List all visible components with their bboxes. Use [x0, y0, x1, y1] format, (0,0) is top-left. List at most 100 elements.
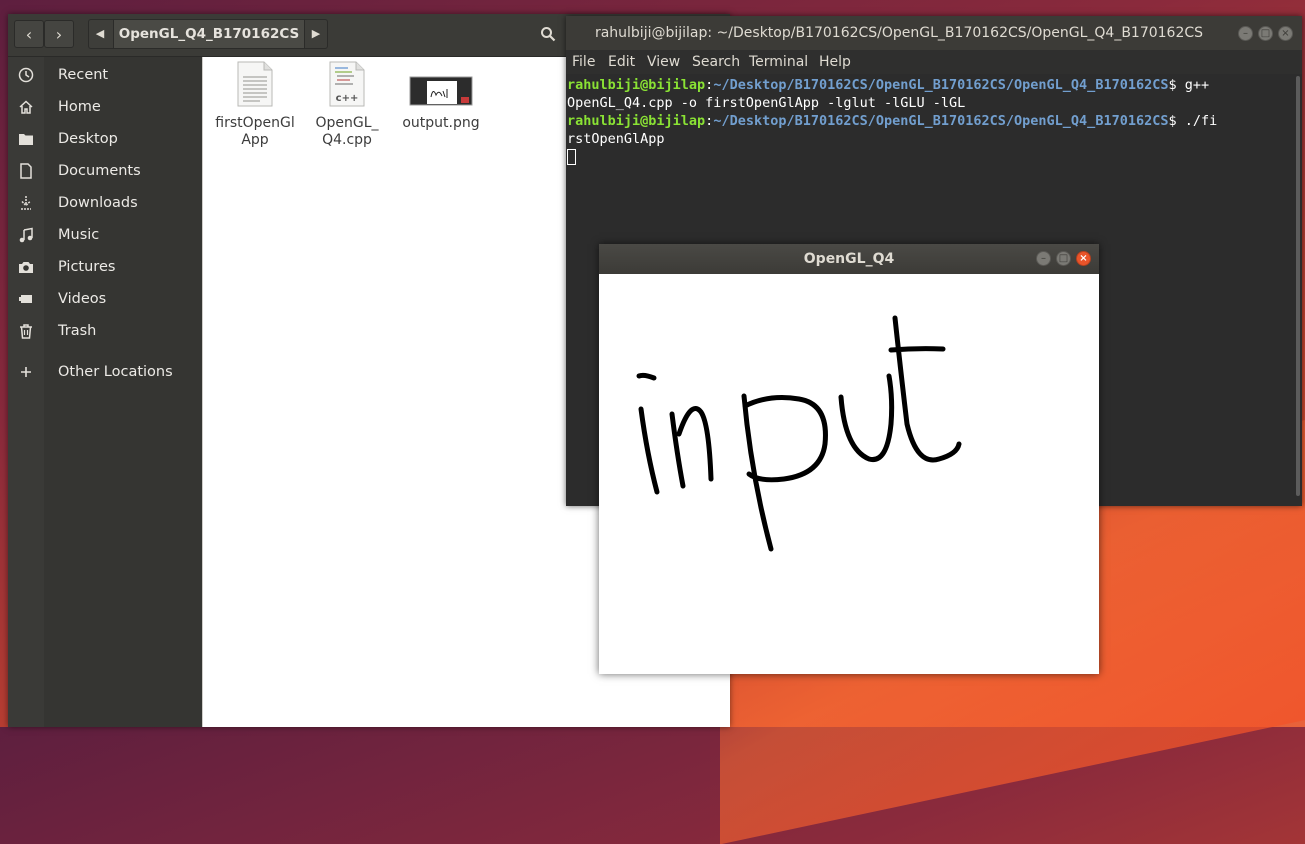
document-icon — [20, 163, 32, 179]
prompt-path: ~/Desktop/B170162CS/OpenGL_B170162CS/Ope… — [713, 77, 1169, 93]
trash-icon — [20, 324, 32, 339]
sidebar-item-videos[interactable]: Videos — [8, 283, 202, 315]
sidebar-item-trash[interactable]: Trash — [8, 315, 202, 347]
terminal-scrollbar[interactable] — [1296, 76, 1300, 496]
sidebar-item-music[interactable]: Music — [8, 219, 202, 251]
opengl-canvas[interactable] — [599, 274, 1099, 674]
sidebar-item-documents[interactable]: Documents — [8, 155, 202, 187]
menu-view[interactable]: View — [647, 50, 680, 74]
sidebar-item-other-locations[interactable]: Other Locations — [8, 356, 202, 388]
menu-edit[interactable]: Edit — [608, 50, 635, 74]
sidebar-item-label: Pictures — [58, 259, 116, 275]
file-item-firstopenglapp[interactable]: firstOpenGl App — [207, 61, 303, 149]
image-file-icon — [409, 76, 473, 106]
minimize-icon: – — [1041, 253, 1046, 264]
video-icon — [19, 295, 32, 303]
music-icon — [19, 227, 33, 243]
maximize-icon: □ — [1260, 28, 1271, 39]
close-icon: × — [1079, 253, 1088, 264]
terminal-title: rahulbiji@bijilap: ~/Desktop/B170162CS/O… — [594, 25, 1204, 41]
minimize-button[interactable]: – — [1036, 251, 1051, 266]
home-icon — [19, 100, 33, 114]
download-icon — [21, 196, 31, 210]
file-name-line2: App — [241, 132, 269, 148]
prompt-user: rahulbiji@bijilap — [567, 113, 706, 129]
sidebar-item-desktop[interactable]: Desktop — [8, 123, 202, 155]
prompt-user: rahulbiji@bijilap — [567, 77, 706, 93]
terminal-menubar: File Edit View Search Terminal Help — [566, 50, 1302, 75]
file-item-opengl-q4-cpp[interactable]: c++ OpenGL_ Q4.cpp — [299, 61, 395, 149]
stroke-t — [888, 315, 962, 463]
stroke-u — [838, 373, 895, 463]
prompt-command: $ g++ — [1168, 77, 1210, 93]
sidebar-item-label: Other Locations — [58, 364, 173, 380]
sidebar-item-label: Music — [58, 227, 100, 243]
stroke-i — [638, 406, 660, 495]
terminal-line: rahulbiji@bijilap:~/Desktop/B170162CS/Op… — [567, 76, 1302, 94]
menu-help[interactable]: Help — [819, 50, 851, 74]
cpp-badge: c++ — [335, 93, 359, 104]
close-button[interactable]: × — [1076, 251, 1091, 266]
path-scroll-right-icon[interactable]: ▶ — [305, 20, 327, 48]
stroke-p — [741, 393, 828, 552]
sidebar-item-pictures[interactable]: Pictures — [8, 251, 202, 283]
opengl-titlebar[interactable]: OpenGL_Q4 – □ × — [599, 244, 1099, 274]
menu-search[interactable]: Search — [692, 50, 740, 74]
handwritten-drawing — [636, 315, 962, 552]
sidebar-item-home[interactable]: Home — [8, 91, 202, 123]
folder-icon — [19, 134, 33, 145]
terminal-line: rstOpenGlApp — [567, 131, 665, 147]
prompt-path: ~/Desktop/B170162CS/OpenGL_B170162CS/Ope… — [713, 113, 1169, 129]
sidebar-item-label: Documents — [58, 163, 141, 179]
terminal-line: OpenGL_Q4.cpp -o firstOpenGlApp -lglut -… — [567, 95, 966, 111]
file-name-line1: firstOpenGl — [215, 115, 295, 131]
text-cursor — [567, 149, 576, 165]
minimize-icon: – — [1243, 28, 1248, 39]
close-button[interactable]: × — [1278, 26, 1293, 41]
stroke-i-dot — [636, 372, 657, 381]
terminal-line: rahulbiji@bijilap:~/Desktop/B170162CS/Op… — [567, 112, 1302, 130]
places-sidebar: Recent Home Desktop Documents Downloads … — [8, 57, 202, 727]
search-button[interactable] — [533, 20, 563, 48]
executable-file-icon — [237, 61, 273, 107]
file-item-output-png[interactable]: output.png — [393, 61, 489, 132]
opengl-window: OpenGL_Q4 – □ × — [599, 244, 1099, 674]
back-button[interactable]: ‹ — [14, 20, 44, 48]
file-name: firstOpenGl App — [207, 115, 303, 149]
chevron-left-icon: ‹ — [25, 25, 33, 44]
opengl-title: OpenGL_Q4 — [803, 251, 895, 267]
file-name: OpenGL_ Q4.cpp — [299, 115, 395, 149]
sidebar-item-label: Recent — [58, 67, 109, 83]
prompt-command: $ ./fi — [1168, 113, 1218, 129]
terminal-line — [567, 148, 1302, 166]
file-name: output.png — [393, 115, 489, 132]
plus-icon — [21, 367, 31, 377]
camera-icon — [19, 262, 33, 273]
sidebar-item-label: Videos — [58, 291, 107, 307]
terminal-titlebar[interactable]: rahulbiji@bijilap: ~/Desktop/B170162CS/O… — [566, 16, 1302, 50]
clock-icon — [18, 67, 34, 83]
maximize-button[interactable]: □ — [1056, 251, 1071, 266]
sidebar-item-label: Home — [58, 99, 101, 115]
menu-terminal[interactable]: Terminal — [749, 50, 808, 74]
close-icon: × — [1281, 28, 1290, 39]
stroke-n — [669, 406, 714, 489]
path-bar: ◀ OpenGL_Q4_B170162CS ▶ — [88, 19, 328, 49]
file-name-line2: Q4.cpp — [322, 132, 372, 148]
path-scroll-left-icon[interactable]: ◀ — [89, 20, 111, 48]
maximize-button[interactable]: □ — [1258, 26, 1273, 41]
file-name-line1: output.png — [402, 115, 480, 131]
maximize-icon: □ — [1058, 253, 1069, 264]
forward-button[interactable]: › — [44, 20, 74, 48]
minimize-button[interactable]: – — [1238, 26, 1253, 41]
search-icon — [541, 27, 556, 42]
sidebar-item-recent[interactable]: Recent — [8, 59, 202, 91]
path-crumb-current[interactable]: OpenGL_Q4_B170162CS — [113, 20, 305, 48]
file-name-line1: OpenGL_ — [315, 115, 379, 131]
sidebar-item-label: Trash — [58, 323, 97, 339]
sidebar-item-downloads[interactable]: Downloads — [8, 187, 202, 219]
sidebar-item-label: Downloads — [58, 195, 138, 211]
menu-file[interactable]: File — [572, 50, 595, 74]
chevron-right-icon: › — [55, 25, 63, 44]
sidebar-item-label: Desktop — [58, 131, 118, 147]
